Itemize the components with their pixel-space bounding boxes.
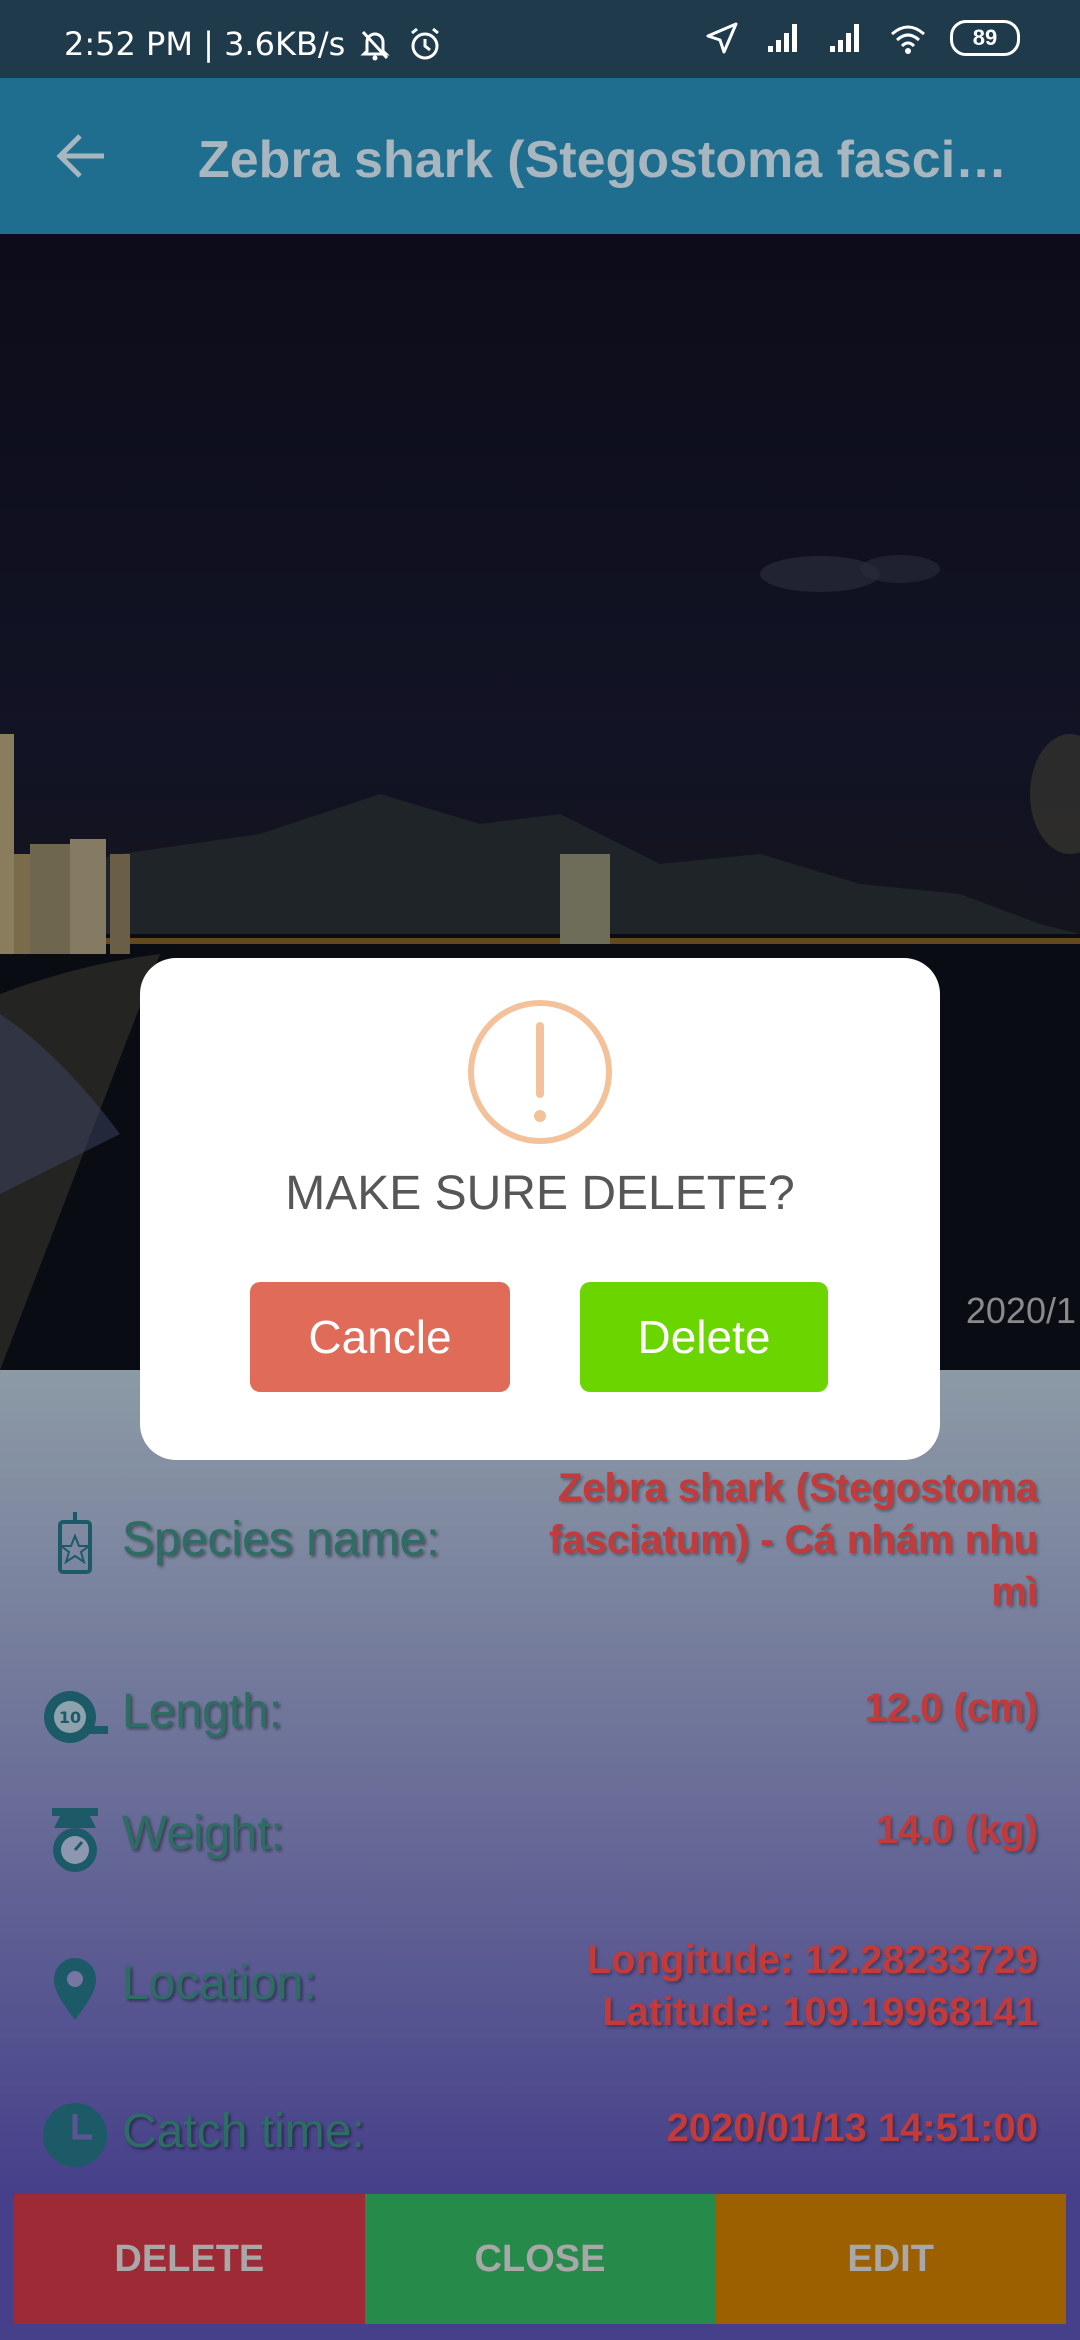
dialog-delete-button[interactable]: Delete (580, 1282, 828, 1392)
warning-icon (468, 1000, 612, 1144)
dialog-cancel-button[interactable]: Cancle (250, 1282, 510, 1392)
confirm-delete-dialog: MAKE SURE DELETE? Cancle Delete (140, 958, 940, 1460)
dialog-message: MAKE SURE DELETE? (285, 1167, 795, 1220)
